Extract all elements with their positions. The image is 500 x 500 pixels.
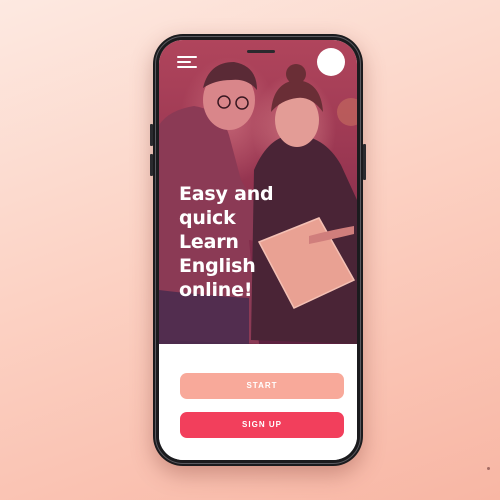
sign-up-button[interactable]: SIGN UP [180, 412, 344, 438]
action-panel: START SIGN UP [159, 344, 357, 460]
headline-line: Easy and [179, 183, 274, 205]
profile-avatar-icon[interactable] [317, 48, 345, 76]
hero-section: Easy and quick Learn English online! [159, 40, 357, 344]
phone-side-button [150, 154, 153, 176]
headline-line: Learn [179, 231, 239, 253]
app-screen: Easy and quick Learn English online! STA… [159, 40, 357, 460]
phone-frame: Easy and quick Learn English online! STA… [150, 34, 366, 466]
headline-line: online! [179, 279, 253, 301]
hero-headline: Easy and quick Learn English online! [179, 182, 274, 302]
phone-power-button [363, 144, 366, 180]
phone-side-button [150, 124, 153, 146]
hamburger-menu-icon[interactable] [177, 54, 199, 70]
phone-speaker [247, 50, 275, 53]
corner-dot [487, 467, 490, 470]
start-button[interactable]: START [180, 373, 344, 399]
headline-line: quick [179, 207, 236, 229]
headline-line: English [179, 255, 256, 277]
